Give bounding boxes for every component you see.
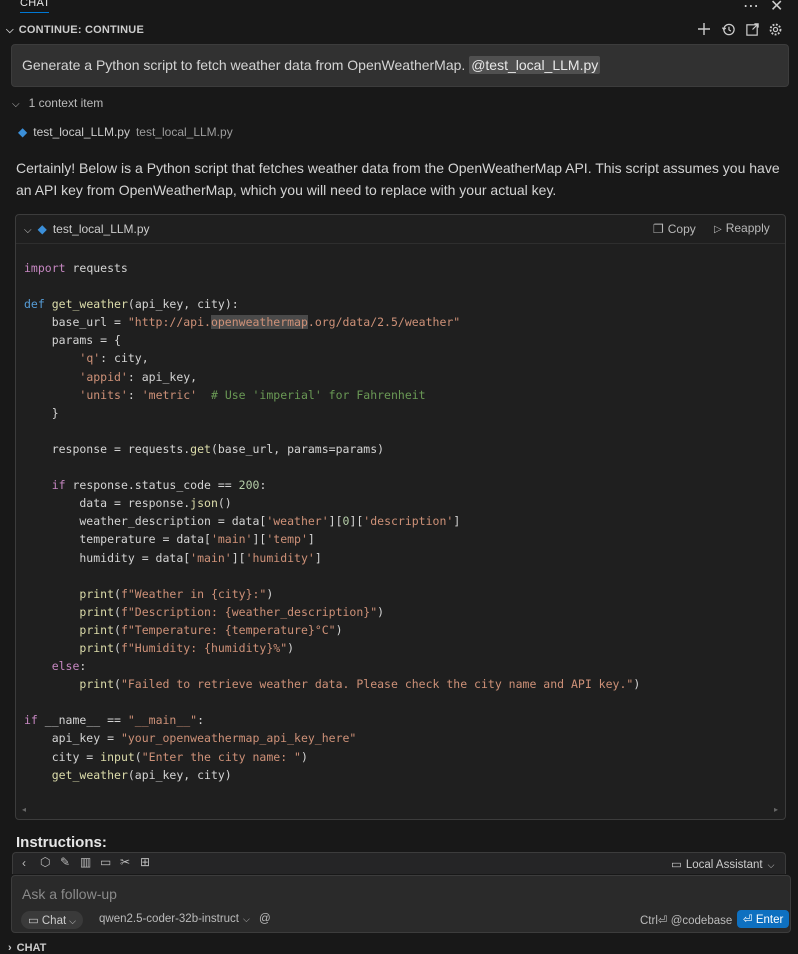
chevron-down-icon: ⌵ (24, 225, 32, 236)
mention-button[interactable]: @ (259, 913, 271, 925)
reapply-button[interactable]: ▷ Reapply (714, 221, 770, 235)
context-count: 1 context item (28, 96, 104, 110)
copy-icon: ❐ (653, 222, 664, 236)
monitor-icon: ▭ (671, 859, 682, 871)
play-icon: ▷ (714, 224, 722, 235)
bottom-section-header[interactable]: › CHAT (8, 942, 46, 954)
open-in-editor-icon[interactable] (745, 22, 760, 41)
prompt-text: Generate a Python script to fetch weathe… (22, 57, 470, 73)
pencil-icon[interactable]: ✎ (60, 855, 70, 869)
context-items-toggle[interactable]: ⌵ 1 context item (12, 96, 103, 110)
chevron-down-icon: ⌵ (243, 914, 250, 924)
python-file-icon: ◆ (37, 222, 47, 236)
chevron-down-icon: ⌵ (69, 916, 76, 926)
ellipsis-icon[interactable]: ⋯ (743, 0, 759, 16)
context-file-item[interactable]: ◆ test_local_LLM.py test_local_LLM.py (18, 125, 233, 139)
new-session-icon[interactable] (697, 22, 711, 40)
mode-selector[interactable]: ▭ Chat ⌵ (21, 911, 83, 929)
code-block: ⌵ ◆ test_local_LLM.py ❐ Copy ▷ Reapply impor… (15, 214, 786, 820)
codebase-shortcut[interactable]: Ctrl⏎ @codebase (640, 913, 732, 927)
grid-icon[interactable]: ⊞ (140, 855, 150, 869)
code-content[interactable]: import requests def get_weather(api_key,… (24, 259, 640, 784)
cube-icon[interactable]: ⬡ (40, 855, 50, 869)
code-file-name: test_local_LLM.py (52, 222, 150, 236)
copy-button[interactable]: ❐ Copy (653, 222, 696, 236)
mode-label: Chat (41, 915, 67, 927)
chevron-down-icon: ⌵ (6, 25, 14, 36)
user-prompt[interactable]: Generate a Python script to fetch weathe… (11, 44, 789, 87)
chat-bubble-icon: ▭ (28, 915, 39, 927)
active-tab-indicator (20, 12, 49, 13)
follow-up-input-container: Ask a follow-up ▭ Chat ⌵ qwen2.5-coder-32b… (11, 875, 791, 933)
code-block-header: ⌵ ◆ test_local_LLM.py ❐ Copy ▷ Reapply (16, 215, 785, 244)
model-label: qwen2.5-coder-32b-instruct (99, 913, 239, 925)
assistant-label: Local Assistant (685, 859, 763, 871)
section-header[interactable]: ⌵ CONTINUE: CONTINUE (6, 24, 144, 36)
bottom-section-title: CHAT (16, 942, 47, 954)
chevron-right-icon: › (8, 942, 12, 954)
book-icon[interactable]: ▥ (80, 855, 91, 869)
context-file-path: test_local_LLM.py (135, 125, 233, 139)
assistant-answer-text: Certainly! Below is a Python script that… (16, 160, 780, 198)
tab-chat[interactable]: CHAT (20, 0, 50, 9)
scroll-left-icon[interactable]: ◂ (22, 805, 26, 814)
follow-up-input[interactable]: Ask a follow-up (22, 886, 117, 902)
context-file-name: test_local_LLM.py (33, 125, 130, 139)
reapply-label: Reapply (725, 221, 770, 235)
file-mention[interactable]: @test_local_LLM.py (469, 56, 601, 74)
input-toolbar: ‹ ⬡ ✎ ▥ ▭ ✂ ⊞ ▭ Local Assistant ⌵ (12, 852, 786, 874)
back-icon[interactable]: ‹ (22, 856, 26, 870)
close-icon[interactable]: ✕ (770, 0, 783, 16)
instructions-heading: Instructions: (16, 834, 107, 851)
scroll-right-icon[interactable]: ▸ (774, 805, 778, 814)
chevron-down-icon: ⌵ (12, 99, 20, 110)
chevron-down-icon: ⌵ (767, 860, 775, 870)
model-selector[interactable]: qwen2.5-coder-32b-instruct ⌵ (99, 913, 250, 925)
comment-icon[interactable]: ▭ (100, 855, 111, 869)
history-icon[interactable] (721, 22, 736, 41)
section-title: CONTINUE: CONTINUE (18, 24, 144, 36)
enter-button[interactable]: ⏎ Enter (737, 910, 790, 928)
copy-label: Copy (667, 222, 696, 236)
code-block-toggle[interactable]: ⌵ ◆ test_local_LLM.py (24, 222, 150, 236)
settings-icon[interactable] (768, 22, 783, 41)
tools-icon[interactable]: ✂ (120, 855, 130, 869)
python-file-icon: ◆ (18, 125, 28, 139)
assistant-selector[interactable]: ▭ Local Assistant ⌵ (671, 857, 774, 871)
